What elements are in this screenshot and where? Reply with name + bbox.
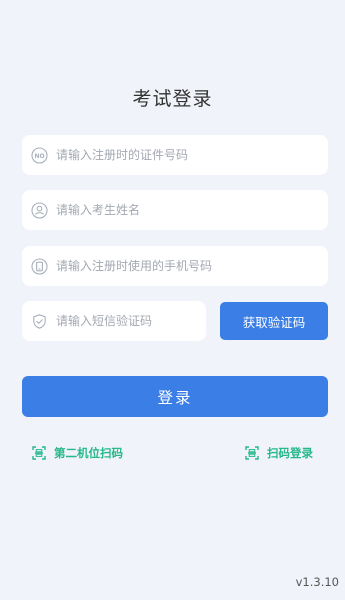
- get-code-button[interactable]: 获取验证码: [220, 302, 328, 340]
- scan-icon: [32, 446, 46, 460]
- id-number-field[interactable]: NO: [22, 135, 328, 175]
- login-button[interactable]: 登录: [22, 376, 328, 417]
- user-icon: [31, 201, 48, 219]
- phone-field[interactable]: [22, 246, 328, 286]
- version-label: v1.3.10: [295, 575, 339, 589]
- scan-icon: [245, 446, 259, 460]
- second-device-scan-link[interactable]: 第二机位扫码: [32, 444, 123, 462]
- id-card-icon: NO: [31, 146, 48, 164]
- phone-icon: [31, 257, 48, 275]
- name-input[interactable]: [56, 203, 328, 217]
- shield-check-icon: [31, 313, 48, 330]
- scan-login-link[interactable]: 扫码登录: [245, 444, 313, 462]
- scan-login-label: 扫码登录: [267, 446, 313, 460]
- sms-code-input[interactable]: [56, 314, 206, 328]
- svg-text:NO: NO: [34, 152, 44, 159]
- name-field[interactable]: [22, 190, 328, 230]
- sms-code-field[interactable]: [22, 301, 206, 341]
- page-title: 考试登录: [132, 88, 213, 110]
- phone-input[interactable]: [56, 259, 328, 273]
- id-number-input[interactable]: [56, 148, 328, 162]
- second-device-scan-label: 第二机位扫码: [54, 446, 123, 460]
